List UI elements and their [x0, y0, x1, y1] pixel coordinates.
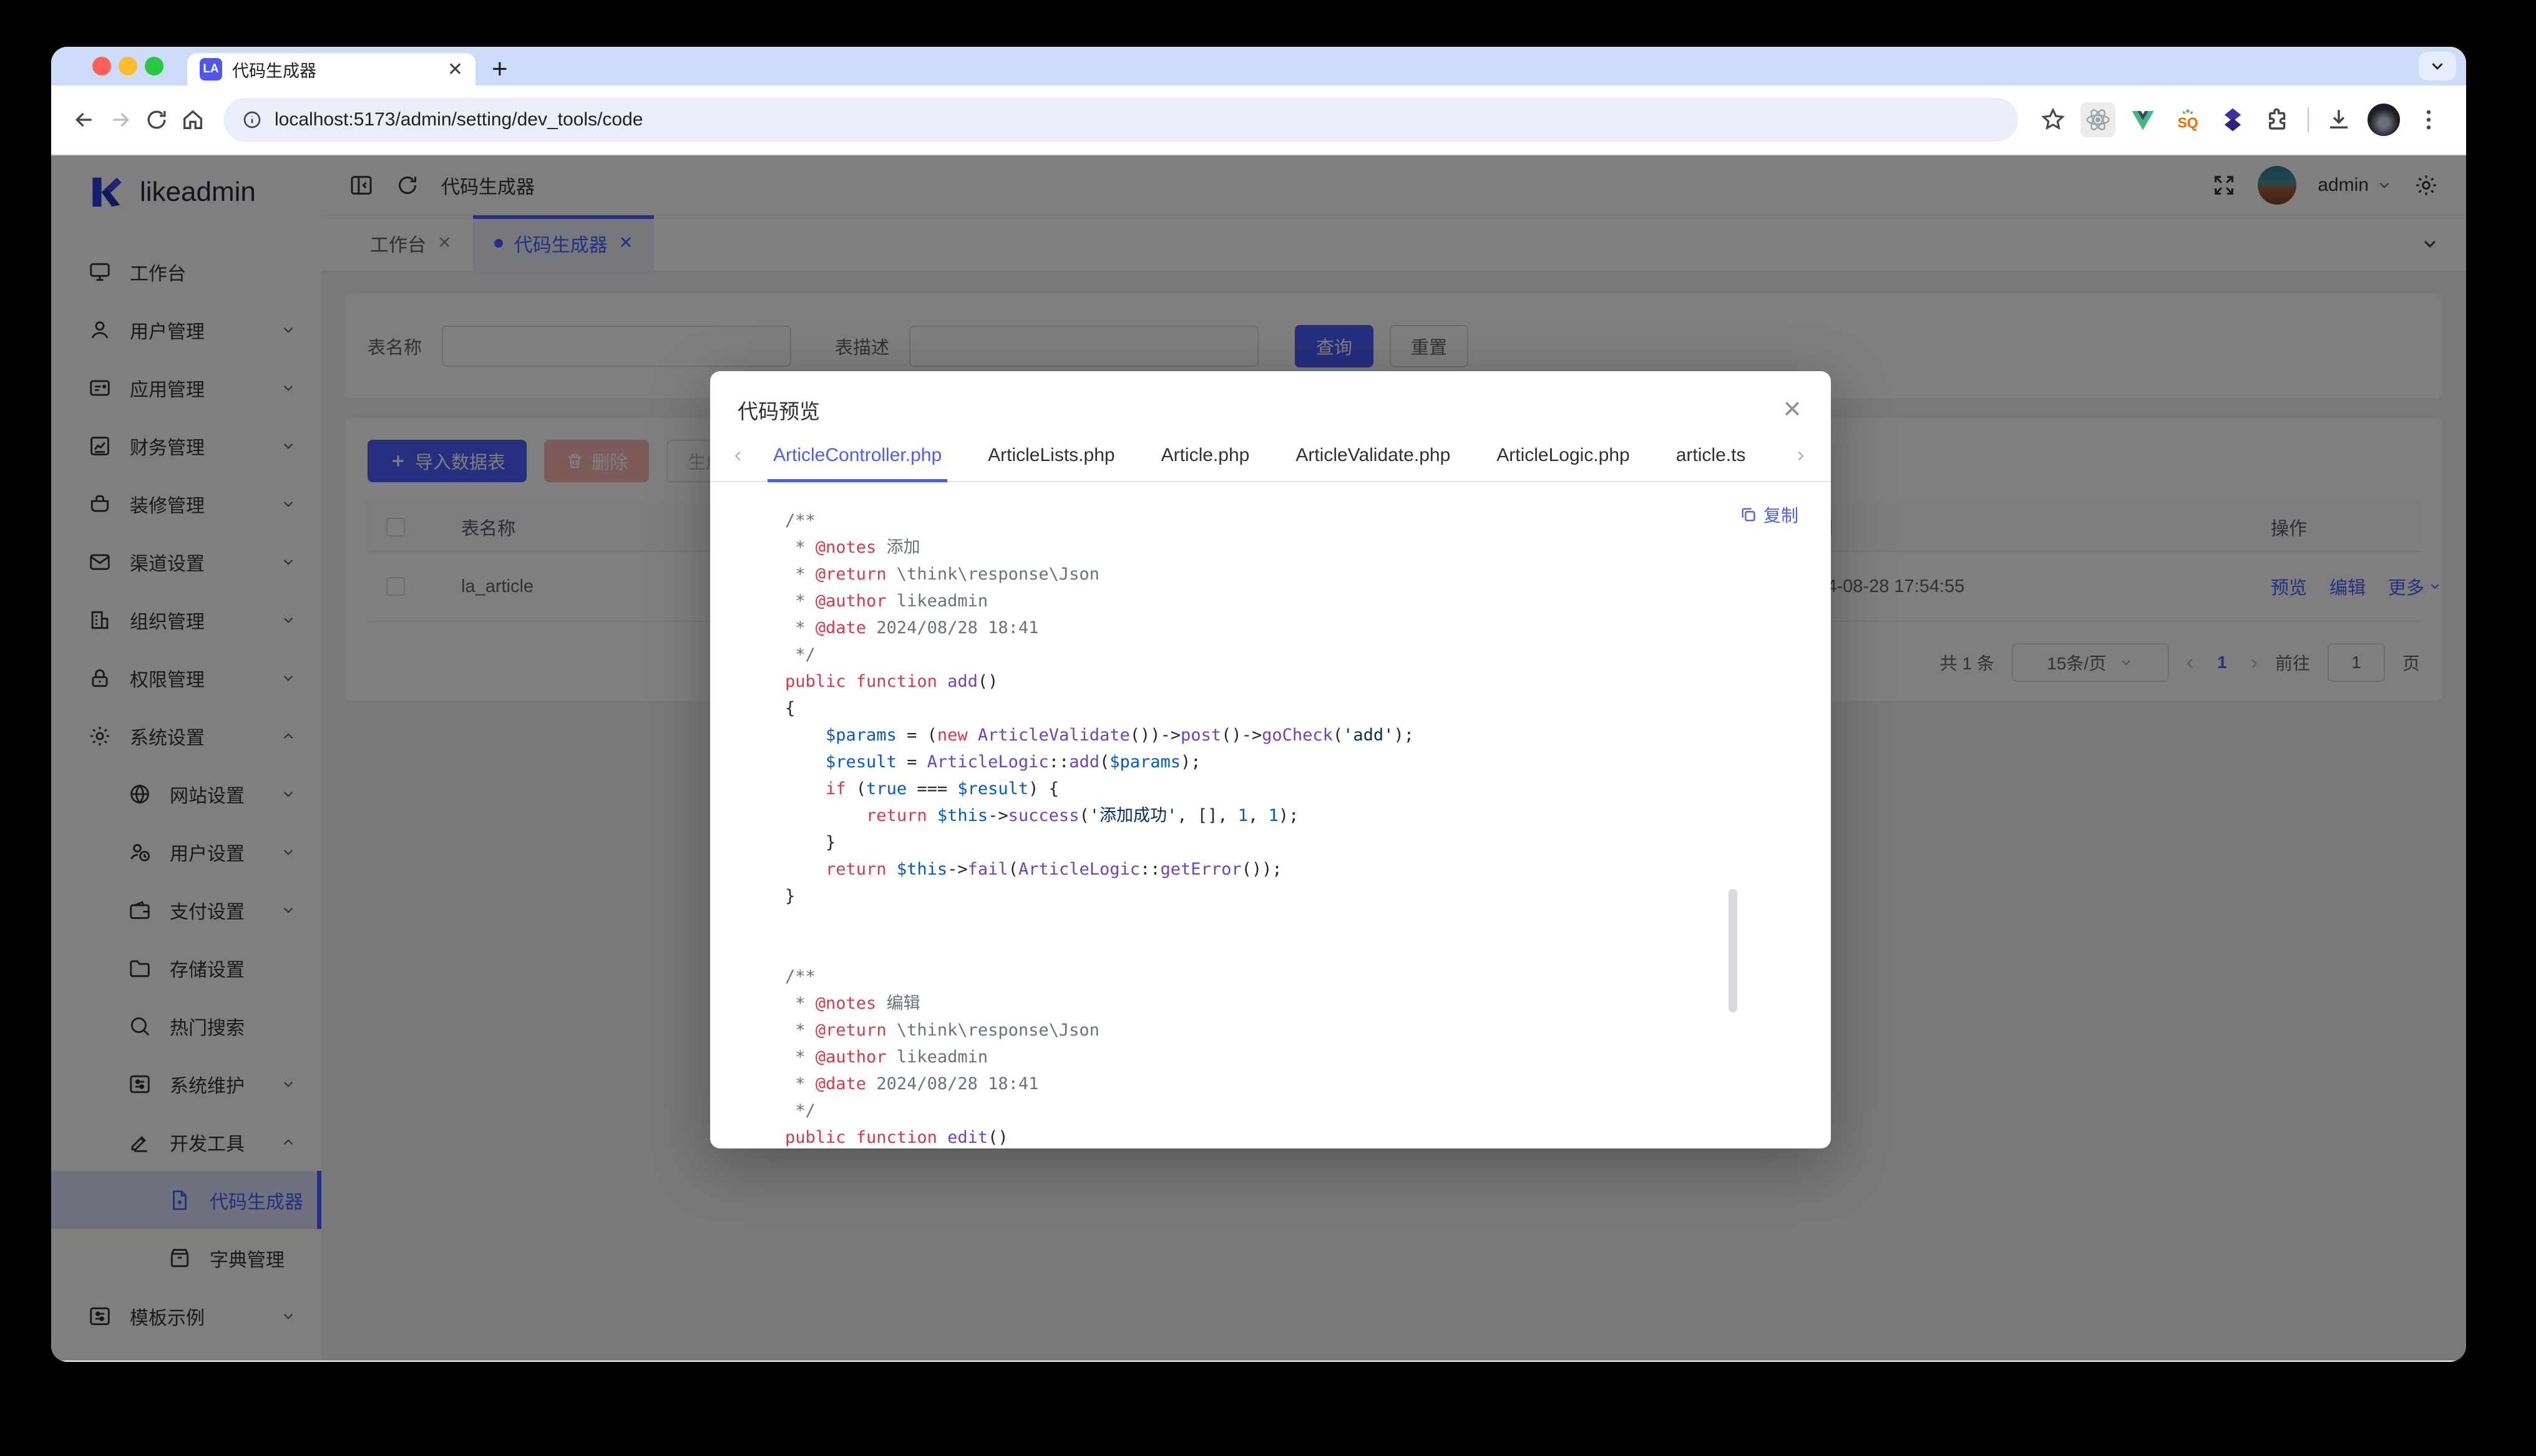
copy-icon: [1740, 506, 1757, 523]
bookmark-star-icon[interactable]: [2036, 102, 2070, 137]
modal-file-tab-0[interactable]: ArticleController.php: [750, 445, 965, 481]
browser-menu-icon[interactable]: [2411, 102, 2446, 137]
tab-search-button[interactable]: [2419, 52, 2456, 80]
modal-tabs-list: ArticleController.phpArticleLists.phpArt…: [750, 445, 1768, 481]
sq-extension-icon[interactable]: SQ: [2170, 102, 2205, 137]
code-line: * @notes 添加: [785, 534, 1737, 561]
modal-file-tab-5[interactable]: article.ts: [1653, 445, 1769, 481]
code-block: /** * @notes 添加 * @return \think\respons…: [785, 507, 1737, 1148]
code-line: }: [785, 829, 1737, 856]
code-preview-modal: 代码预览 ✕ ArticleController.phpArticleLists…: [710, 371, 1831, 1148]
code-line: * @return \think\response\Json: [785, 561, 1737, 588]
code-line: * @date 2024/08/28 18:41: [785, 614, 1737, 641]
app-viewport: likeadmin 工作台用户管理应用管理财务管理装修管理渠道设置组织管理权限管…: [51, 155, 2466, 1361]
code-line: */: [785, 641, 1737, 668]
diamond-extension-icon[interactable]: [2215, 102, 2250, 137]
traffic-lights: [92, 57, 163, 75]
browser-window: LA 代码生成器 ✕ + localhost:5173/admin/settin…: [51, 47, 2466, 1362]
minimize-window-button[interactable]: [119, 57, 137, 75]
browser-tab-strip: LA 代码生成器 ✕ +: [51, 47, 2466, 85]
browser-tab[interactable]: LA 代码生成器 ✕: [187, 53, 476, 85]
code-line: * @author likeadmin: [785, 1044, 1737, 1070]
back-button[interactable]: [66, 102, 102, 138]
code-line: return $this->success('添加成功', [], 1, 1);: [785, 802, 1737, 829]
site-favicon: LA: [200, 58, 222, 80]
code-line: [785, 936, 1737, 963]
code-line: return $this->fail(ArticleLogic::getErro…: [785, 856, 1737, 883]
copy-code-button[interactable]: 复制: [1740, 502, 1798, 527]
code-scrollbar-thumb[interactable]: [1729, 889, 1737, 1012]
tabs-scroll-left-icon[interactable]: [726, 448, 750, 478]
modal-file-tab-1[interactable]: ArticleLists.php: [965, 445, 1138, 481]
modal-file-tab-3[interactable]: ArticleValidate.php: [1272, 445, 1473, 481]
modal-header: 代码预览 ✕: [710, 371, 1831, 441]
extensions-puzzle-icon[interactable]: [2260, 102, 2295, 137]
url-text: localhost:5173/admin/setting/dev_tools/c…: [275, 109, 643, 130]
code-line: */: [785, 1097, 1737, 1124]
code-line: if (true === $result) {: [785, 775, 1737, 802]
code-line: * @return \think\response\Json: [785, 1017, 1737, 1044]
tabs-scroll-right-icon[interactable]: [1788, 448, 1812, 478]
tab-close-icon[interactable]: ✕: [447, 59, 463, 80]
site-info-icon[interactable]: [242, 110, 262, 130]
code-line: public function add(): [785, 668, 1737, 695]
code-line: {: [785, 695, 1737, 722]
chevron-down-icon: [2428, 57, 2447, 75]
toolbar-separator: [2308, 107, 2309, 132]
modal-close-icon[interactable]: ✕: [1782, 398, 1802, 422]
code-line: * @date 2024/08/28 18:41: [785, 1070, 1737, 1097]
code-line: public function edit(): [785, 1124, 1737, 1148]
close-window-button[interactable]: [92, 57, 111, 75]
reload-button[interactable]: [139, 102, 175, 138]
address-bar[interactable]: localhost:5173/admin/setting/dev_tools/c…: [223, 98, 2018, 142]
code-line: $params = (new ArticleValidate())->post(…: [785, 722, 1737, 749]
react-devtools-icon[interactable]: [2080, 102, 2115, 137]
downloads-icon[interactable]: [2321, 102, 2356, 137]
vue-devtools-icon[interactable]: [2125, 102, 2160, 137]
new-tab-button[interactable]: +: [492, 56, 508, 83]
code-line: /**: [785, 963, 1737, 990]
browser-tab-title: 代码生成器: [232, 57, 437, 82]
browser-toolbar: localhost:5173/admin/setting/dev_tools/c…: [51, 85, 2466, 155]
modal-title: 代码预览: [738, 395, 820, 425]
code-line: * @author likeadmin: [785, 588, 1737, 614]
home-button[interactable]: [175, 102, 211, 138]
modal-file-tab-2[interactable]: Article.php: [1138, 445, 1273, 481]
code-line: /**: [785, 507, 1737, 534]
zoom-window-button[interactable]: [145, 57, 163, 75]
browser-profile-avatar[interactable]: [2368, 104, 2400, 136]
code-line: }: [785, 883, 1737, 910]
svg-text:SQ: SQ: [2178, 114, 2198, 130]
code-line: * @notes 编辑: [785, 990, 1737, 1017]
modal-file-tabs: ArticleController.phpArticleLists.phpArt…: [710, 441, 1831, 482]
code-line: [785, 910, 1737, 936]
code-line: $result = ArticleLogic::add($params);: [785, 749, 1737, 775]
modal-file-tab-4[interactable]: ArticleLogic.php: [1473, 445, 1652, 481]
forward-button[interactable]: [102, 102, 139, 138]
modal-body: 复制 /** * @notes 添加 * @return \think\resp…: [710, 482, 1831, 1148]
